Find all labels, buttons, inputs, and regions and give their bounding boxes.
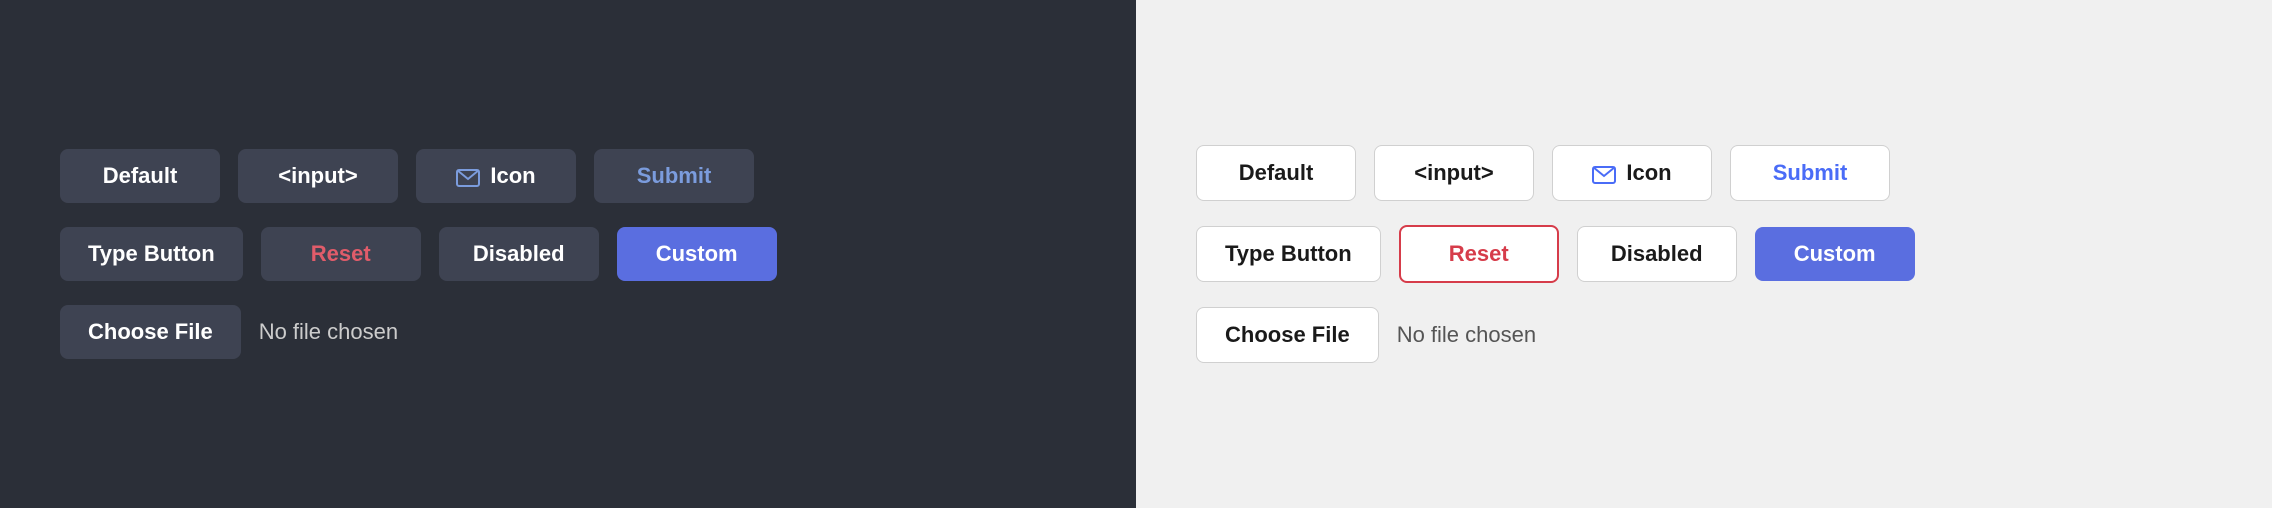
dark-default-button[interactable]: Default xyxy=(60,149,220,203)
light-panel: Default <input> Icon Submit Type Button … xyxy=(1136,0,2272,508)
light-icon-button[interactable]: Icon xyxy=(1552,145,1712,201)
light-file-row: Choose File No file chosen xyxy=(1196,307,2212,363)
dark-typebutton-button[interactable]: Type Button xyxy=(60,227,243,281)
light-row-2: Type Button Reset Disabled Custom xyxy=(1196,225,2212,283)
envelope-icon-light xyxy=(1592,164,1616,182)
dark-input-button[interactable]: <input> xyxy=(238,149,398,203)
dark-row-1: Default <input> Icon Submit xyxy=(60,149,1076,203)
light-no-file-label: No file chosen xyxy=(1397,322,1536,348)
light-disabled-button[interactable]: Disabled xyxy=(1577,226,1737,282)
dark-custom-button[interactable]: Custom xyxy=(617,227,777,281)
light-typebutton-button[interactable]: Type Button xyxy=(1196,226,1381,282)
dark-row-2: Type Button Reset Disabled Custom xyxy=(60,227,1076,281)
dark-disabled-button[interactable]: Disabled xyxy=(439,227,599,281)
light-default-button[interactable]: Default xyxy=(1196,145,1356,201)
light-custom-button[interactable]: Custom xyxy=(1755,227,1915,281)
envelope-icon-dark xyxy=(456,167,480,185)
light-choose-file-button[interactable]: Choose File xyxy=(1196,307,1379,363)
light-submit-button[interactable]: Submit xyxy=(1730,145,1890,201)
dark-panel: Default <input> Icon Submit Type Button … xyxy=(0,0,1136,508)
light-row-1: Default <input> Icon Submit xyxy=(1196,145,2212,201)
light-input-button[interactable]: <input> xyxy=(1374,145,1534,201)
dark-no-file-label: No file chosen xyxy=(259,319,398,345)
light-reset-button[interactable]: Reset xyxy=(1399,225,1559,283)
dark-reset-button[interactable]: Reset xyxy=(261,227,421,281)
dark-icon-button[interactable]: Icon xyxy=(416,149,576,203)
dark-icon-button-label: Icon xyxy=(490,163,535,189)
dark-file-row: Choose File No file chosen xyxy=(60,305,1076,359)
light-icon-button-label: Icon xyxy=(1626,160,1671,186)
dark-choose-file-button[interactable]: Choose File xyxy=(60,305,241,359)
dark-submit-button[interactable]: Submit xyxy=(594,149,754,203)
